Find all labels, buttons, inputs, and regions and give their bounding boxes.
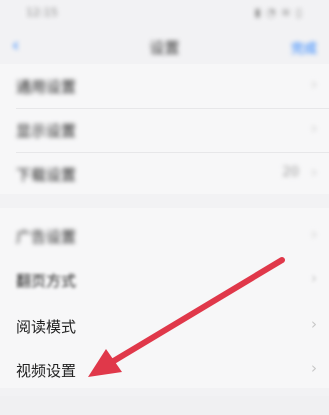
settings-row-general[interactable]: 通用设置 › (0, 64, 329, 108)
row-label: 视频设置 (16, 362, 77, 380)
page-title: 设置 (149, 39, 180, 57)
status-icons: ▮ ◔ ≋ ▯ (254, 6, 303, 19)
chevron-right-icon: › (311, 315, 317, 333)
chevron-right-icon: › (311, 359, 317, 377)
status-time: 12:15 (26, 6, 58, 19)
row-value: 20 (282, 165, 299, 180)
row-label: 广告设置 (16, 228, 77, 246)
settings-row-video[interactable]: 视频设置 › (0, 348, 329, 392)
navigation-bar: ‹ 设置 完成 (0, 30, 329, 62)
settings-row-reading-mode[interactable]: 阅读模式 › (0, 304, 329, 348)
row-label: 翻页方式 (16, 272, 77, 290)
row-label: 通用设置 (16, 78, 77, 96)
status-bar: 12:15 ▮ ◔ ≋ ▯ (0, 0, 329, 30)
chevron-right-icon: › (311, 75, 317, 93)
settings-group-1: 通用设置 › 显示设置 › 下载设置 20 › (0, 64, 329, 194)
settings-row-ads[interactable]: 广告设置 › (0, 214, 329, 258)
chevron-right-icon: › (311, 119, 317, 137)
chevron-right-icon: › (311, 269, 317, 287)
row-label: 阅读模式 (16, 318, 77, 336)
settings-row-display[interactable]: 显示设置 › (0, 108, 329, 152)
row-label: 显示设置 (16, 122, 77, 140)
row-label: 下载设置 (16, 166, 77, 184)
settings-row-download[interactable]: 下载设置 20 › (0, 152, 329, 196)
chevron-right-icon: › (311, 163, 317, 181)
chevron-right-icon: › (311, 225, 317, 243)
settings-group-2: 广告设置 › 翻页方式 › 阅读模式 › 视频设置 › (0, 208, 329, 388)
settings-row-page-turn[interactable]: 翻页方式 › (0, 258, 329, 302)
bottom-area (0, 396, 329, 415)
done-button[interactable]: 完成 (291, 38, 317, 57)
